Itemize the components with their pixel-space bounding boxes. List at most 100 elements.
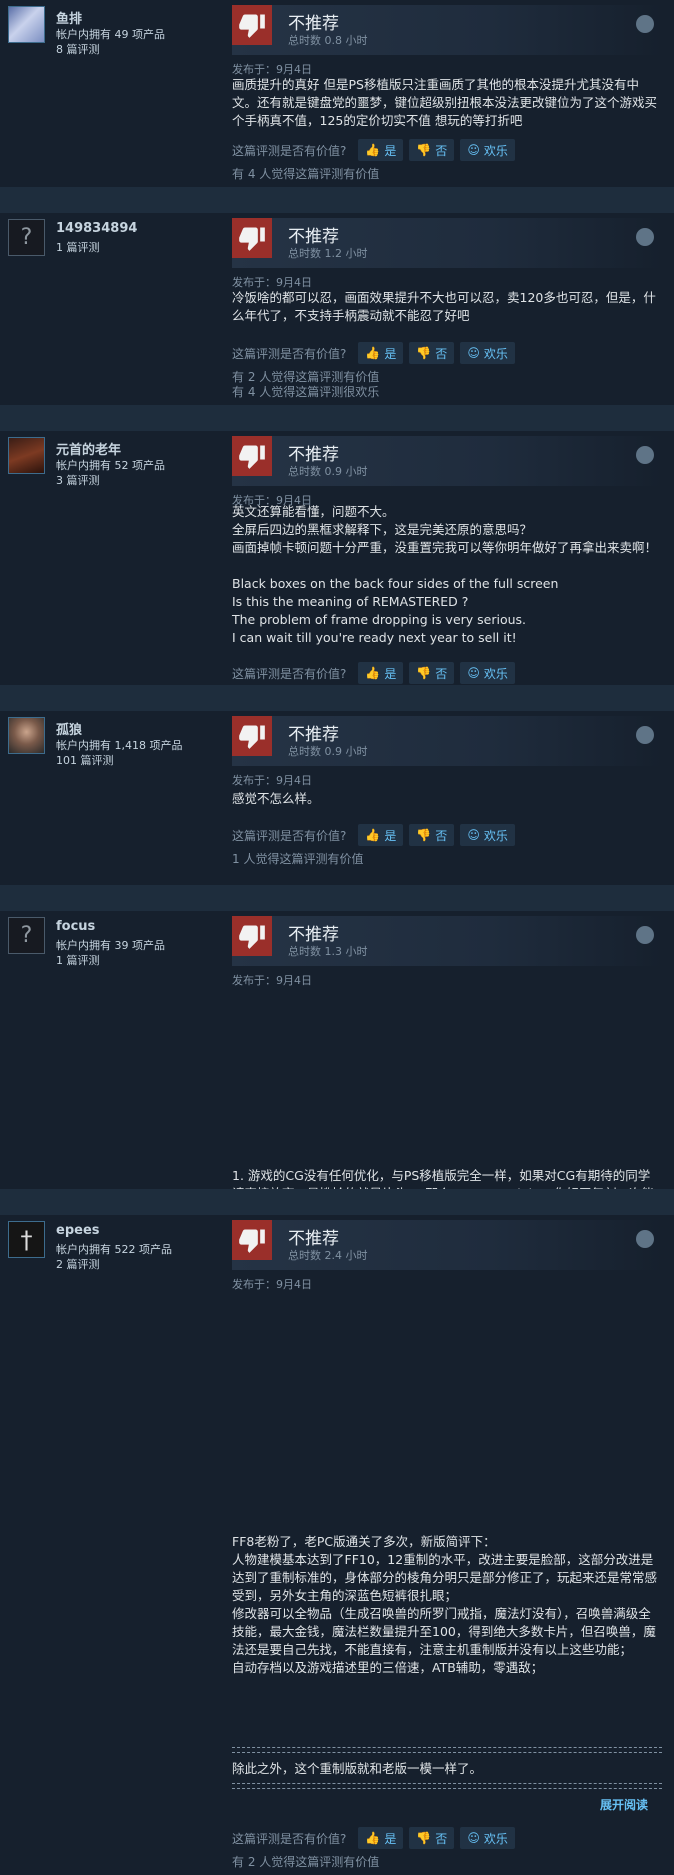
helpful-stat: 1 人觉得这篇评测有价值: [232, 852, 364, 866]
review-divider: [0, 885, 674, 911]
helpful-stat: 有 4 人觉得这篇评测很欢乐: [232, 385, 380, 399]
review-divider: [0, 1189, 674, 1215]
vote-no-button[interactable]: 👎否: [409, 1827, 455, 1849]
separator-line: [232, 1752, 662, 1753]
review-count[interactable]: 1 篇评测: [56, 952, 100, 968]
vote-no-button-label: 否: [435, 346, 448, 361]
review-count[interactable]: 1 篇评测: [56, 239, 100, 255]
verdict-title: 不推荐: [288, 725, 339, 745]
steam-logo-icon: [636, 446, 654, 464]
avatar-placeholder-icon[interactable]: ?: [8, 219, 45, 256]
vote-funny-button[interactable]: ☺欢乐: [460, 342, 515, 364]
verdict-header[interactable]: 不推荐 总时数 2.4 小时: [232, 1220, 662, 1270]
posted-date: 发布于：9月4日: [232, 1278, 312, 1291]
helpful-row: 这篇评测是否有价值?👍是👎否☺欢乐: [232, 662, 515, 684]
playtime-hours: 总时数 1.3 小时: [288, 945, 368, 958]
vote-funny-button[interactable]: ☺欢乐: [460, 824, 515, 846]
vote-funny-button-label: 欢乐: [483, 828, 508, 843]
vote-yes-button[interactable]: 👍是: [358, 824, 404, 846]
verdict-header[interactable]: 不推荐 总时数 0.8 小时: [232, 5, 662, 55]
vote-no-button[interactable]: 👎否: [409, 342, 455, 364]
username[interactable]: 元首的老年: [56, 439, 121, 458]
review-author[interactable]: ? 149834894 1 篇评测: [8, 219, 223, 267]
smiley-icon: ☺: [467, 346, 480, 360]
username[interactable]: epees: [56, 1223, 100, 1238]
thumbs-up-icon: 👍: [365, 143, 381, 157]
helpful-stat: 有 2 人觉得这篇评测有价值: [232, 1855, 380, 1869]
smiley-icon: ☺: [467, 828, 480, 842]
verdict-header[interactable]: 不推荐 总时数 1.3 小时: [232, 916, 662, 966]
vote-funny-button-label: 欢乐: [483, 1831, 508, 1846]
verdict-title: 不推荐: [288, 925, 339, 945]
review-author[interactable]: ? focus 帐户内拥有 39 项产品 1 篇评测: [8, 917, 223, 968]
vote-yes-button-label: 是: [384, 346, 397, 361]
avatar[interactable]: [8, 6, 45, 43]
verdict-header[interactable]: 不推荐 总时数 0.9 小时: [232, 436, 662, 486]
steam-logo-icon: [636, 926, 654, 944]
steam-logo-icon: [636, 15, 654, 33]
avatar-cross-icon[interactable]: †: [8, 1221, 45, 1258]
playtime-hours: 总时数 0.9 小时: [288, 745, 368, 758]
username[interactable]: 孤狼: [56, 719, 82, 738]
vote-yes-button[interactable]: 👍是: [358, 662, 404, 684]
vote-no-button-label: 否: [435, 143, 448, 158]
vote-funny-button-label: 欢乐: [483, 346, 508, 361]
review-author[interactable]: 孤狼 帐户内拥有 1,418 项产品 101 篇评测: [8, 717, 223, 768]
products-owned: 帐户内拥有 52 项产品: [56, 459, 165, 472]
verdict-header[interactable]: 不推荐 总时数 0.9 小时: [232, 716, 662, 766]
avatar-placeholder-icon[interactable]: ?: [8, 917, 45, 954]
smiley-icon: ☺: [467, 666, 480, 680]
playtime-hours: 总时数 0.8 小时: [288, 34, 368, 47]
thumbs-up-icon: 👍: [365, 828, 381, 842]
vote-funny-button[interactable]: ☺欢乐: [460, 1827, 515, 1849]
review-author[interactable]: 元首的老年 帐户内拥有 52 项产品 3 篇评测: [8, 437, 223, 488]
review-count[interactable]: 3 篇评测: [56, 472, 100, 488]
thumbs-down-icon: [232, 916, 272, 956]
playtime-hours: 总时数 2.4 小时: [288, 1249, 368, 1262]
vote-yes-button-label: 是: [384, 666, 397, 681]
vote-no-button[interactable]: 👎否: [409, 662, 455, 684]
helpful-question: 这篇评测是否有价值?: [232, 143, 347, 158]
separator-line: [232, 1747, 662, 1748]
vote-no-button[interactable]: 👎否: [409, 824, 455, 846]
thumbs-down-small-icon: 👎: [416, 143, 432, 157]
vote-funny-button-label: 欢乐: [483, 666, 508, 681]
verdict-title: 不推荐: [288, 227, 339, 247]
thumbs-down-icon: [232, 436, 272, 476]
review-text: FF8老粉了，老PC版通关了多次，新版简评下： 人物建模基本达到了FF10，12…: [232, 1534, 658, 1675]
vote-yes-button[interactable]: 👍是: [358, 342, 404, 364]
vote-yes-button-label: 是: [384, 828, 397, 843]
helpful-row: 这篇评测是否有价值?👍是👎否☺欢乐: [232, 342, 515, 364]
review-divider: [0, 685, 674, 711]
vote-funny-button[interactable]: ☺欢乐: [460, 139, 515, 161]
vote-yes-button[interactable]: 👍是: [358, 139, 404, 161]
avatar[interactable]: [8, 717, 45, 754]
username[interactable]: 鱼排: [56, 8, 82, 27]
vote-yes-button[interactable]: 👍是: [358, 1827, 404, 1849]
vote-no-button[interactable]: 👎否: [409, 139, 455, 161]
username[interactable]: focus: [56, 919, 95, 934]
username[interactable]: 149834894: [56, 221, 137, 236]
verdict-title: 不推荐: [288, 14, 339, 34]
helpful-row: 这篇评测是否有价值?👍是👎否☺欢乐: [232, 139, 515, 161]
products-owned: 帐户内拥有 39 项产品: [56, 939, 165, 952]
vote-funny-button-label: 欢乐: [483, 143, 508, 158]
verdict-header[interactable]: 不推荐 总时数 1.2 小时: [232, 218, 662, 268]
read-more-link[interactable]: 展开阅读: [600, 1796, 648, 1813]
thumbs-down-icon: [232, 1220, 272, 1260]
playtime-hours: 总时数 0.9 小时: [288, 465, 368, 478]
smiley-icon: ☺: [467, 143, 480, 157]
helpful-question: 这篇评测是否有价值?: [232, 1831, 347, 1846]
review-text-continued: 除此之外，这个重制版就和老版一模一样了。: [232, 1761, 483, 1776]
products-owned: 帐户内拥有 49 项产品: [56, 28, 165, 41]
review-count[interactable]: 101 篇评测: [56, 752, 114, 768]
review-author[interactable]: † epees 帐户内拥有 522 项产品 2 篇评测: [8, 1221, 223, 1272]
vote-funny-button[interactable]: ☺欢乐: [460, 662, 515, 684]
review-count[interactable]: 8 篇评测: [56, 41, 100, 57]
steam-logo-icon: [636, 228, 654, 246]
helpful-row: 这篇评测是否有价值?👍是👎否☺欢乐: [232, 824, 515, 846]
steam-logo-icon: [636, 726, 654, 744]
review-author[interactable]: 鱼排 帐户内拥有 49 项产品 8 篇评测: [8, 6, 223, 57]
review-count[interactable]: 2 篇评测: [56, 1256, 100, 1272]
avatar[interactable]: [8, 437, 45, 474]
